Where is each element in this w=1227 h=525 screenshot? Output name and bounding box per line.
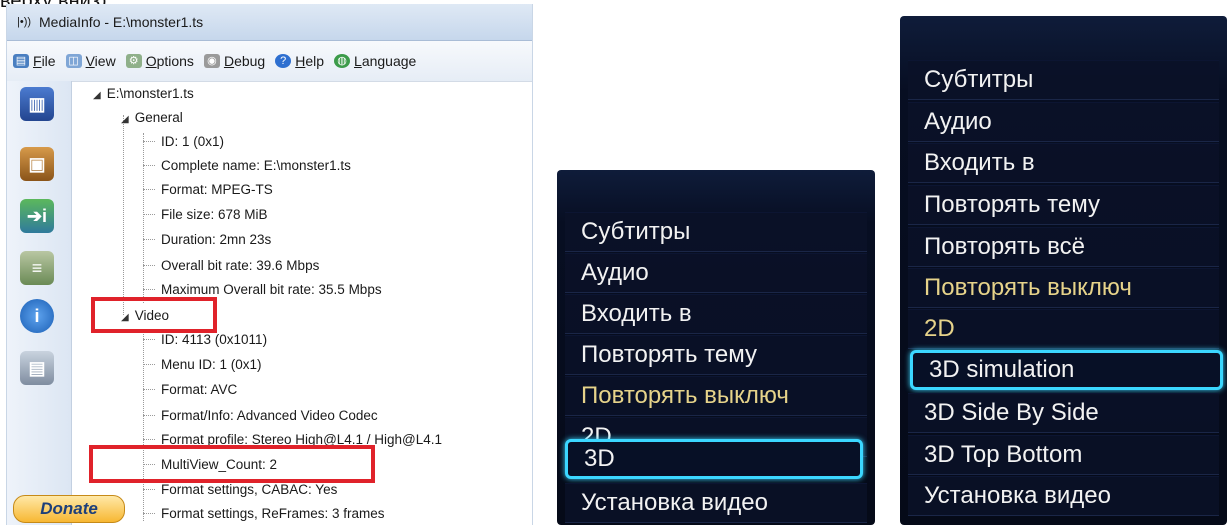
menu-help[interactable]: ? Help [275, 53, 324, 69]
osd-item[interactable]: Входить в [908, 143, 1219, 183]
tree-leaf[interactable]: Duration: 2mn 23s [161, 231, 271, 249]
info-arrow-icon[interactable]: ➔i [20, 199, 54, 233]
tree-leaf[interactable]: Format settings, CABAC: Yes [161, 481, 337, 499]
video-highlight-box [91, 297, 217, 333]
options-icon: ⚙ [125, 54, 142, 68]
osd-item[interactable]: Повторять тему [908, 185, 1219, 225]
osd-item[interactable]: Аудио [908, 102, 1219, 142]
osd-item-selected[interactable]: 3D simulation [910, 350, 1223, 390]
osd-item[interactable]: 2D [908, 309, 1219, 349]
collapse-triangle-icon: ◢ [93, 90, 101, 101]
osd-item[interactable]: Аудио [565, 253, 867, 293]
tree-leaf[interactable]: ID: 4113 (0x1011) [161, 331, 267, 349]
tree-leaf[interactable]: Overall bit rate: 39.6 Mbps [161, 257, 319, 275]
osd-item[interactable]: Установка видео [565, 483, 867, 523]
osd-item[interactable]: Повторять всё [908, 227, 1219, 267]
osd-item-selected[interactable]: 3D [565, 439, 863, 479]
osd-item[interactable]: Установка видео [908, 476, 1219, 516]
osd-menu-right: Субтитры Аудио Входить в Повторять тему … [900, 16, 1227, 525]
osd-item[interactable]: Входить в [565, 294, 867, 334]
tree-leaf[interactable]: File size: 678 MiB [161, 206, 268, 224]
osd-item[interactable]: Субтитры [908, 60, 1219, 100]
tree-leaf[interactable]: Complete name: E:\monster1.ts [161, 157, 351, 175]
menu-bar: ▤ File ◫ View ⚙ Options ◉ Debug ? Help ◍ Langu… [7, 41, 532, 82]
osd-item[interactable]: 3D Side By Side [908, 393, 1219, 433]
export-icon[interactable]: ≡ [20, 251, 54, 285]
menu-file[interactable]: ▤ File [13, 53, 56, 69]
menu-options[interactable]: ⚙ Options [125, 53, 194, 69]
globe-icon: ◍ [334, 54, 351, 68]
osd-item[interactable]: Повторять выключ [565, 376, 867, 416]
tree-leaf[interactable]: Format: AVC [161, 381, 237, 399]
tree-general[interactable]: ◢ General [121, 109, 183, 129]
tree-root[interactable]: ◢ E:\monster1.ts [93, 85, 194, 105]
title-bar: |•)) MediaInfo - E:\monster1.ts [7, 4, 532, 41]
view-icon: ◫ [65, 54, 82, 68]
osd-item[interactable]: Повторять тему [565, 335, 867, 375]
open-file-icon[interactable]: ▥ [20, 87, 54, 121]
help-icon: ? [275, 54, 292, 68]
mediainfo-window: |•)) MediaInfo - E:\monster1.ts ▤ File ◫ V… [6, 4, 533, 525]
menu-debug[interactable]: ◉ Debug [203, 53, 265, 69]
osd-item[interactable]: 3D Top Bottom [908, 435, 1219, 475]
file-icon: ▤ [13, 54, 29, 68]
debug-icon: ◉ [203, 54, 220, 68]
tree-leaf[interactable]: Format/Info: Advanced Video Codec [161, 407, 378, 425]
about-info-icon[interactable]: i [20, 299, 54, 333]
osd-menu-left: Субтитры Аудио Входить в Повторять тему … [557, 170, 875, 525]
tree-leaf[interactable]: Menu ID: 1 (0x1) [161, 356, 262, 374]
web-icon[interactable]: ▤ [20, 351, 54, 385]
menu-language[interactable]: ◍ Language [334, 53, 416, 69]
open-folder-icon[interactable]: ▣ [20, 147, 54, 181]
window-title: MediaInfo - E:\monster1.ts [39, 14, 204, 30]
info-tree: ◢ E:\monster1.ts ◢ General ID: 1 (0x1) Com… [77, 81, 532, 525]
mediainfo-app-icon: |•)) [17, 16, 32, 28]
menu-view[interactable]: ◫ View [65, 53, 116, 69]
osd-item[interactable]: Субтитры [565, 212, 867, 252]
side-toolbar: ▥ ▣ ➔i ≡ i ▤ [7, 81, 72, 525]
collapse-triangle-icon: ◢ [121, 114, 129, 125]
osd-item[interactable]: Повторять выключ [908, 268, 1219, 308]
multiview-highlight-box [89, 445, 375, 483]
tree-leaf[interactable]: Format settings, ReFrames: 3 frames [161, 505, 385, 523]
tree-leaf[interactable]: ID: 1 (0x1) [161, 133, 224, 151]
tree-leaf[interactable]: Format: MPEG-TS [161, 181, 273, 199]
